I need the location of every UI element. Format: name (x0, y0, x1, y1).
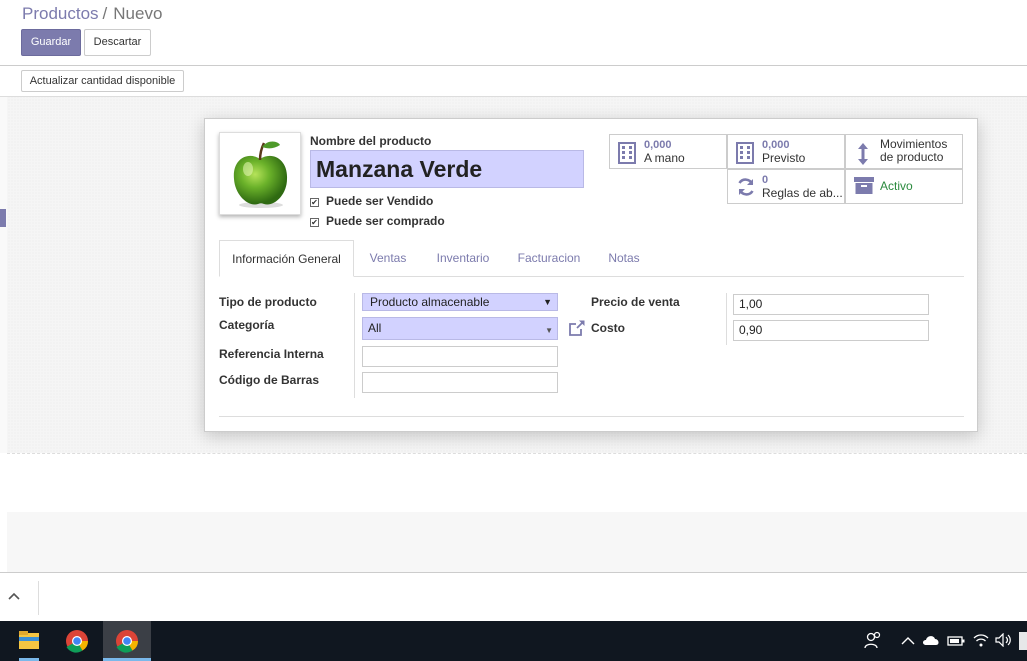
control-panel: Productos / Nuevo Guardar Descartar (0, 0, 1027, 66)
cost-input[interactable]: 0,90 (733, 320, 929, 341)
stat-forecast-button[interactable]: 0,000 Previsto (727, 134, 845, 169)
wifi-icon[interactable] (973, 633, 989, 650)
stat-reorder-rules-button[interactable]: 0 Reglas de ab... (727, 169, 845, 204)
sheet-bottom-divider (219, 416, 964, 417)
stat-moves-label: Movimientos de producto (880, 137, 948, 164)
odoo-product-form-window: Productos / Nuevo Guardar Descartar Actual… (0, 0, 1027, 661)
stat-active-toggle-button[interactable]: Activo (845, 169, 963, 204)
folder-icon (19, 631, 39, 661)
caret-down-icon: ▼ (543, 297, 552, 307)
chevron-up-tray-icon[interactable] (901, 633, 915, 649)
left-edge-marker (0, 209, 6, 227)
product-name-input[interactable]: Manzana Verde (310, 150, 584, 188)
people-icon[interactable] (864, 631, 882, 652)
breadcrumb: Productos / Nuevo (22, 4, 162, 24)
volume-icon[interactable] (995, 632, 1013, 650)
sale-price-input[interactable]: 1,00 (733, 294, 929, 315)
product-type-value: Producto almacenable (370, 295, 490, 309)
tab-inventario[interactable]: Inventario (429, 240, 497, 277)
checkbox-checked-icon: ✔ (310, 198, 319, 207)
cost-label: Costo (591, 321, 625, 335)
save-button[interactable]: Guardar (21, 29, 81, 56)
stat-on-hand-button[interactable]: 0,000 A mano (609, 134, 727, 169)
form-statusbar: Actualizar cantidad disponible (0, 66, 1027, 97)
lower-panel (7, 512, 1027, 572)
left-group-divider (354, 293, 355, 398)
product-type-select[interactable]: Producto almacenable ▼ (362, 293, 558, 311)
update-quantity-button[interactable]: Actualizar cantidad disponible (21, 70, 184, 92)
internal-reference-input[interactable] (362, 346, 558, 367)
tab-facturacion[interactable]: Facturacion (509, 240, 589, 277)
discard-button[interactable]: Descartar (84, 29, 151, 56)
can-be-purchased-checkbox[interactable]: ✔ Puede ser comprado (310, 214, 445, 228)
stat-on-hand-label: A mano (644, 151, 685, 165)
stat-moves-button[interactable]: Movimientos de producto (845, 134, 963, 169)
barcode-label: Código de Barras (219, 373, 320, 387)
checkbox-checked-icon: ✔ (310, 218, 319, 227)
can-be-purchased-label: Puede ser comprado (326, 214, 445, 228)
form-sheet: Nombre del producto Manzana Verde ✔ Puede… (204, 118, 978, 432)
tab-ventas[interactable]: Ventas (361, 240, 415, 277)
downloads-divider (38, 581, 39, 615)
product-type-label: Tipo de producto (219, 295, 317, 309)
chrome-active-taskbar-button[interactable] (103, 621, 151, 661)
right-group-divider (726, 293, 727, 345)
battery-icon[interactable] (947, 634, 965, 650)
chatter-area (7, 453, 1027, 512)
barcode-input[interactable] (362, 372, 558, 393)
building-icon (618, 142, 638, 164)
category-label: Categoría (219, 318, 275, 332)
building-icon (736, 142, 756, 164)
chevron-up-icon[interactable] (8, 587, 20, 603)
windows-taskbar (0, 621, 1027, 661)
chrome-icon (103, 630, 151, 661)
stat-active-label: Activo (880, 179, 913, 193)
internal-reference-label: Referencia Interna (219, 347, 324, 361)
product-name-label: Nombre del producto (310, 134, 432, 148)
stat-forecast-label: Previsto (762, 151, 806, 165)
category-select[interactable]: All ▼ (362, 317, 558, 340)
can-be-sold-checkbox[interactable]: ✔ Puede ser Vendido (310, 194, 433, 208)
smart-buttons: 0,000 A mano 0,000 Previsto Movimientos de… (609, 134, 965, 205)
green-apple-icon (233, 141, 288, 208)
sale-price-label: Precio de venta (591, 295, 680, 309)
external-link-icon[interactable] (568, 319, 586, 337)
tab-informacion-general[interactable]: Información General (219, 240, 354, 277)
file-explorer-taskbar-button[interactable] (5, 621, 53, 661)
refresh-icon (736, 177, 756, 199)
product-image[interactable] (219, 132, 301, 215)
notebook-tabs: Información General Ventas Inventario Fa… (219, 240, 964, 277)
breadcrumb-separator: / (102, 4, 108, 23)
caret-down-icon: ▼ (545, 326, 553, 335)
archive-icon (854, 177, 874, 199)
breadcrumb-current: Nuevo (113, 4, 163, 23)
can-be-sold-label: Puede ser Vendido (326, 194, 434, 208)
onedrive-cloud-icon[interactable] (922, 633, 940, 649)
stat-reorder-rules-label: Reglas de ab... (762, 186, 843, 200)
chrome-taskbar-button[interactable] (53, 621, 101, 661)
show-desktop-edge[interactable] (1019, 632, 1027, 653)
downloads-bar (0, 572, 1027, 621)
category-value: All (368, 321, 382, 335)
arrows-vertical-icon (854, 142, 874, 165)
chrome-icon (66, 630, 88, 653)
breadcrumb-link-productos[interactable]: Productos (22, 4, 99, 23)
tab-notas[interactable]: Notas (601, 240, 647, 277)
